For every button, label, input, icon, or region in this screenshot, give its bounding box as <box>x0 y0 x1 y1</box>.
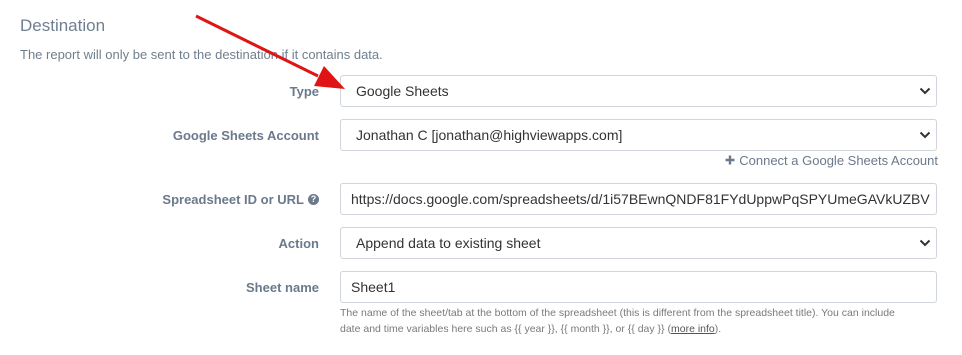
more-info-link[interactable]: more info <box>671 323 715 335</box>
connect-account-link[interactable]: Connect a Google Sheets Account <box>725 153 938 168</box>
sheet-name-help: The name of the sheet/tab at the bottom … <box>340 305 940 337</box>
chevron-down-icon <box>914 228 936 258</box>
account-label: Google Sheets Account <box>173 128 319 143</box>
spreadsheet-input[interactable]: https://docs.google.com/spreadsheets/d/1… <box>340 183 937 215</box>
account-select[interactable]: Jonathan C [jonathan@highviewapps.com] <box>340 119 937 151</box>
type-label: Type <box>290 84 319 99</box>
action-label: Action <box>279 236 319 251</box>
action-select[interactable]: Append data to existing sheet <box>340 227 937 259</box>
spreadsheet-input-value: https://docs.google.com/spreadsheets/d/1… <box>351 191 930 207</box>
sheet-name-label: Sheet name <box>246 280 319 295</box>
spreadsheet-label: Spreadsheet ID or URL ? <box>162 192 319 207</box>
account-label-text: Google Sheets Account <box>172 128 319 143</box>
sheet-name-input[interactable]: Sheet1 <box>340 271 937 303</box>
action-select-value: Append data to existing sheet <box>356 235 541 251</box>
type-label-text: Type <box>289 84 319 99</box>
arrow-shaft <box>195 14 319 78</box>
account-select-value: Jonathan C [jonathan@highviewapps.com] <box>356 127 623 143</box>
sheet-name-help-line1: The name of the sheet/tab at the bottom … <box>340 307 895 319</box>
sheet-name-help-suffix: ). <box>714 323 722 335</box>
sheet-name-input-value: Sheet1 <box>351 279 396 295</box>
chevron-down-icon <box>914 120 936 150</box>
sheet-name-help-line2: date and time variables here such as {{ … <box>340 321 940 337</box>
type-select-value: Google Sheets <box>356 83 449 99</box>
type-select[interactable]: Google Sheets <box>340 75 937 107</box>
section-description: The report will only be sent to the dest… <box>20 47 383 62</box>
action-label-text: Action <box>278 236 319 251</box>
connect-account-label: Connect a Google Sheets Account <box>739 153 938 168</box>
sheet-name-label-text: Sheet name <box>246 280 319 295</box>
plus-icon <box>725 153 735 168</box>
chevron-down-icon <box>914 76 936 106</box>
question-circle-icon[interactable]: ? <box>308 194 319 205</box>
spreadsheet-label-text: Spreadsheet ID or URL <box>162 192 304 207</box>
sheet-name-help-prefix: date and time variables here such as {{ … <box>340 323 671 335</box>
section-title: Destination <box>20 16 106 35</box>
